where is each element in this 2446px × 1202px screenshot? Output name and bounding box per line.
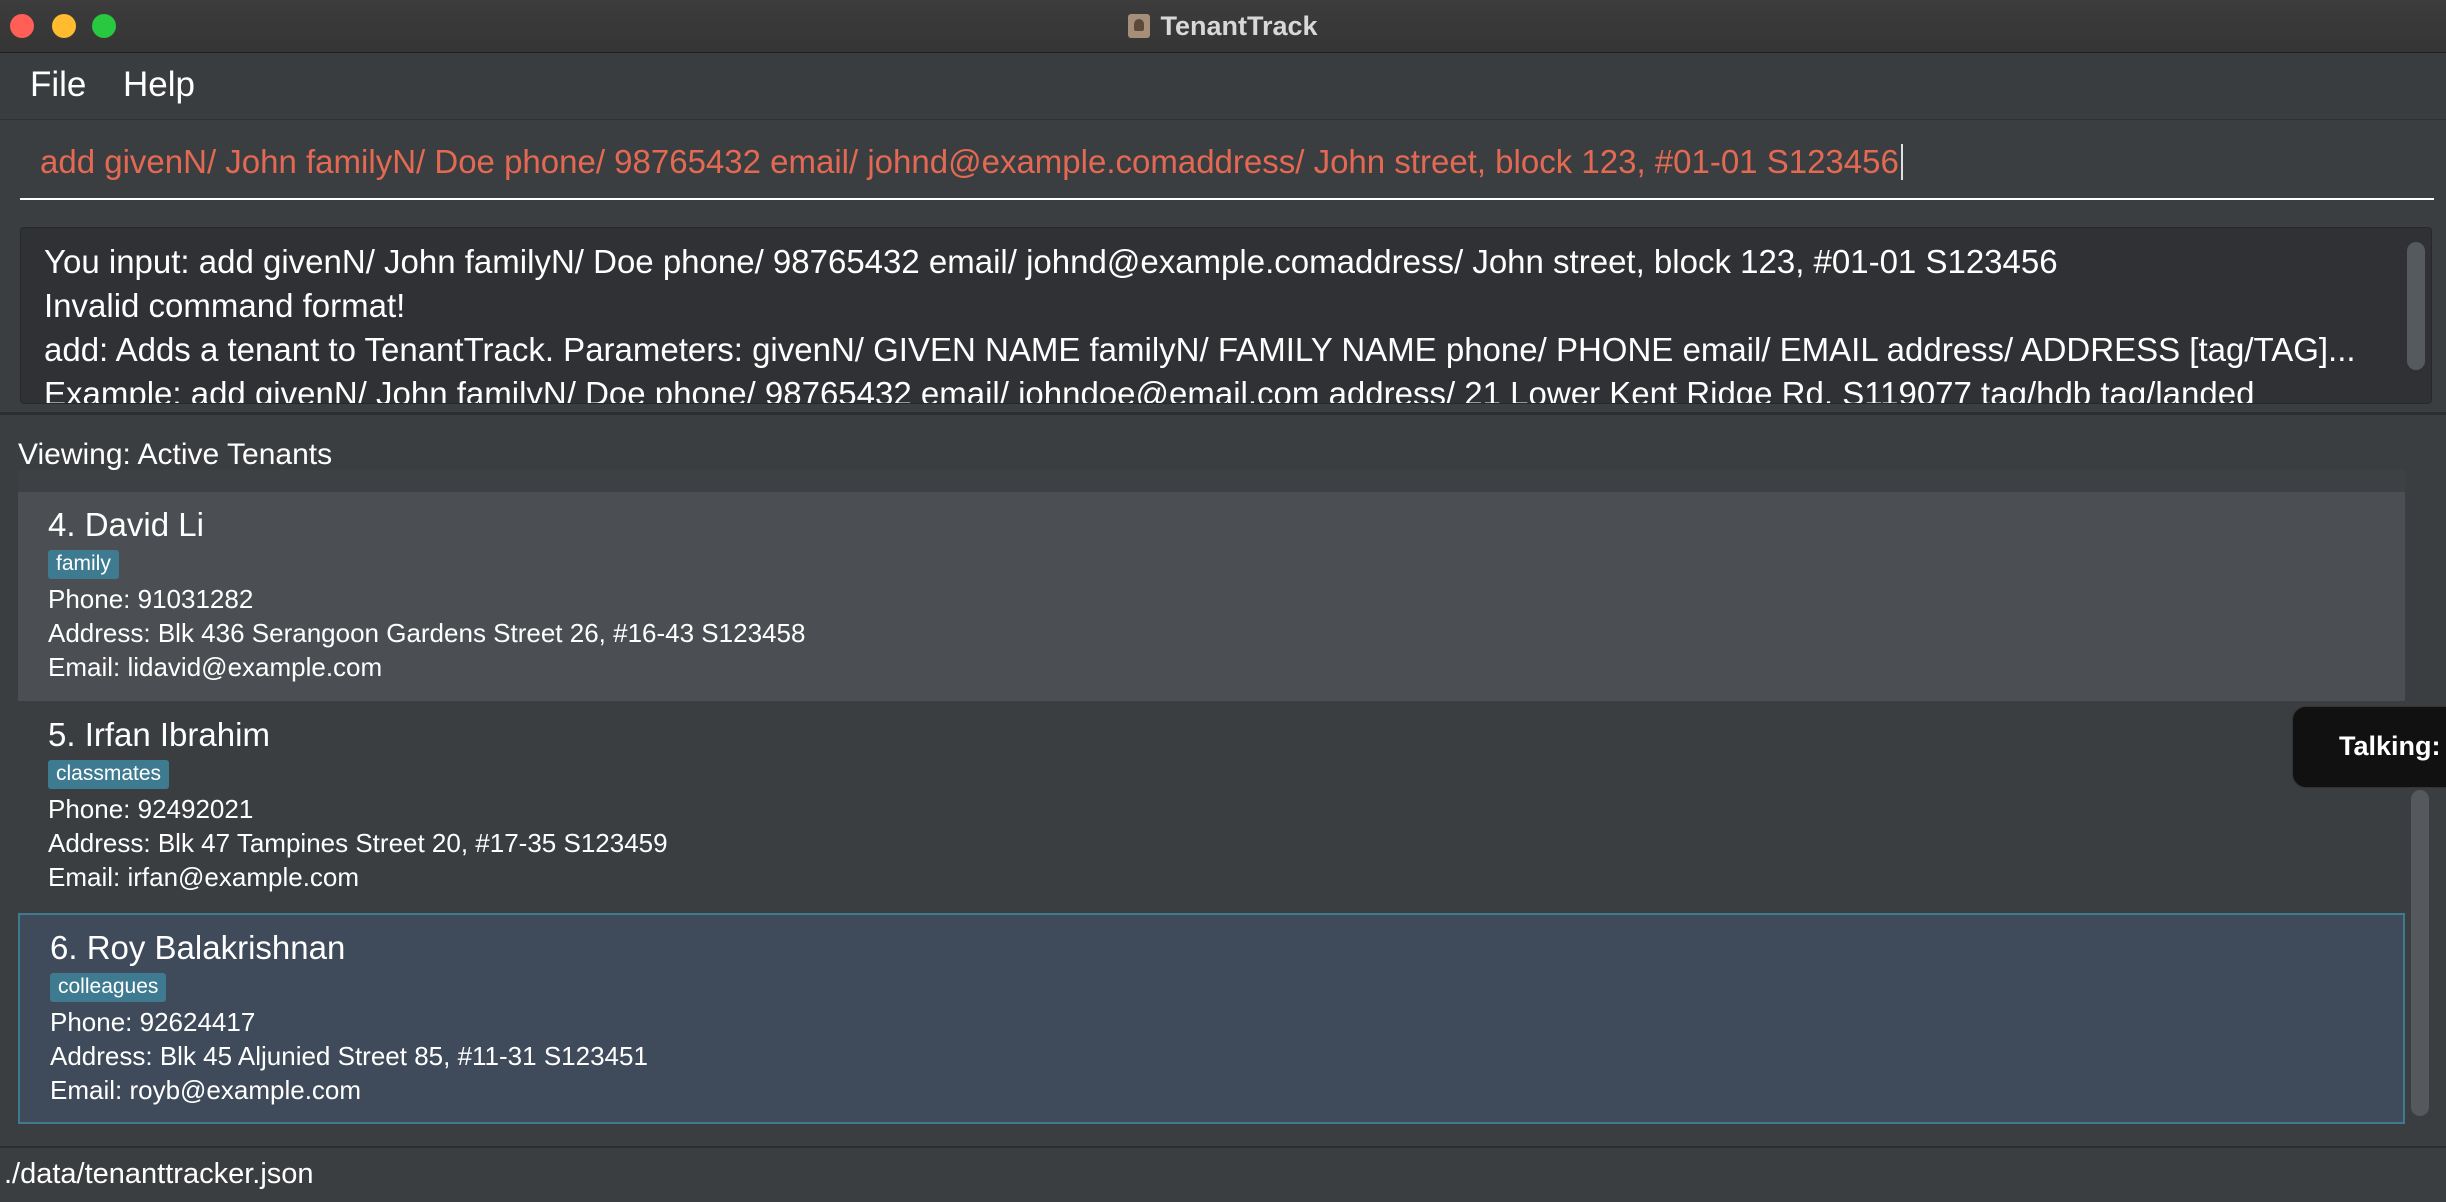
menu-help[interactable]: Help [119,65,199,105]
result-text: You input: add givenN/ John familyN/ Doe… [44,240,2381,404]
tenant-tag: classmates [48,760,170,789]
command-input[interactable]: add givenN/ John familyN/ Doe phone/ 987… [40,144,1903,180]
tenant-name: 4. David Li [48,506,204,543]
tenant-tag: colleagues [50,973,167,1002]
viewing-label: Viewing: Active Tenants [18,438,333,471]
result-scrollbar[interactable] [2407,242,2425,370]
tenant-email: Email: irfan@example.com [48,862,360,892]
result-display[interactable]: You input: add givenN/ John familyN/ Doe… [20,227,2432,404]
tenant-card[interactable]: 5. Irfan Ibrahim classmates Phone: 92492… [18,702,2405,911]
tenant-name: 5. Irfan Ibrahim [48,716,270,753]
window-title: TenantTrack [1160,10,1318,41]
tenant-phone: Phone: 91031282 [48,584,254,614]
talking-text: Talking: [2339,731,2441,761]
tenant-address: Address: Blk 436 Serangoon Gardens Stree… [48,618,806,648]
result-line: add: Adds a tenant to TenantTrack. Param… [44,331,2356,368]
status-bar: ./data/tenanttracker.json [0,1146,2446,1202]
split-divider[interactable] [0,412,2446,415]
command-box[interactable]: add givenN/ John familyN/ Doe phone/ 987… [20,130,2434,200]
tenant-address: Address: Blk 45 Aljunied Street 85, #11-… [50,1041,648,1071]
menu-bar: File Help [0,53,2446,120]
result-line: You input: add givenN/ John familyN/ Doe… [44,243,2058,280]
tenant-phone: Phone: 92624417 [50,1007,256,1037]
tenant-card[interactable]: 4. David Li family Phone: 91031282 Addre… [18,492,2405,701]
tenant-address: Address: Blk 47 Tampines Street 20, #17-… [48,828,668,858]
list-scrollbar[interactable] [2411,790,2429,1116]
tenanttrack-app-icon [1128,14,1151,38]
tenant-email: Email: royb@example.com [50,1075,362,1105]
tenant-tag: family [48,550,119,579]
tenant-email: Email: lidavid@example.com [48,652,383,682]
tenant-phone: Phone: 92492021 [48,794,254,824]
data-file-path: ./data/tenanttracker.json [4,1158,314,1190]
result-line: Example: add givenN/ John familyN/ Doe p… [44,375,2255,404]
menu-file[interactable]: File [26,65,90,105]
tenant-list: 4. David Li family Phone: 91031282 Addre… [18,470,2405,1130]
tenant-card-selected[interactable]: 6. Roy Balakrishnan colleagues Phone: 92… [18,913,2405,1124]
talking-tooltip: Talking: [2292,706,2446,788]
result-line: Invalid command format! [44,287,406,324]
tenant-name: 6. Roy Balakrishnan [50,929,346,966]
title-bar: TenantTrack [0,0,2446,53]
